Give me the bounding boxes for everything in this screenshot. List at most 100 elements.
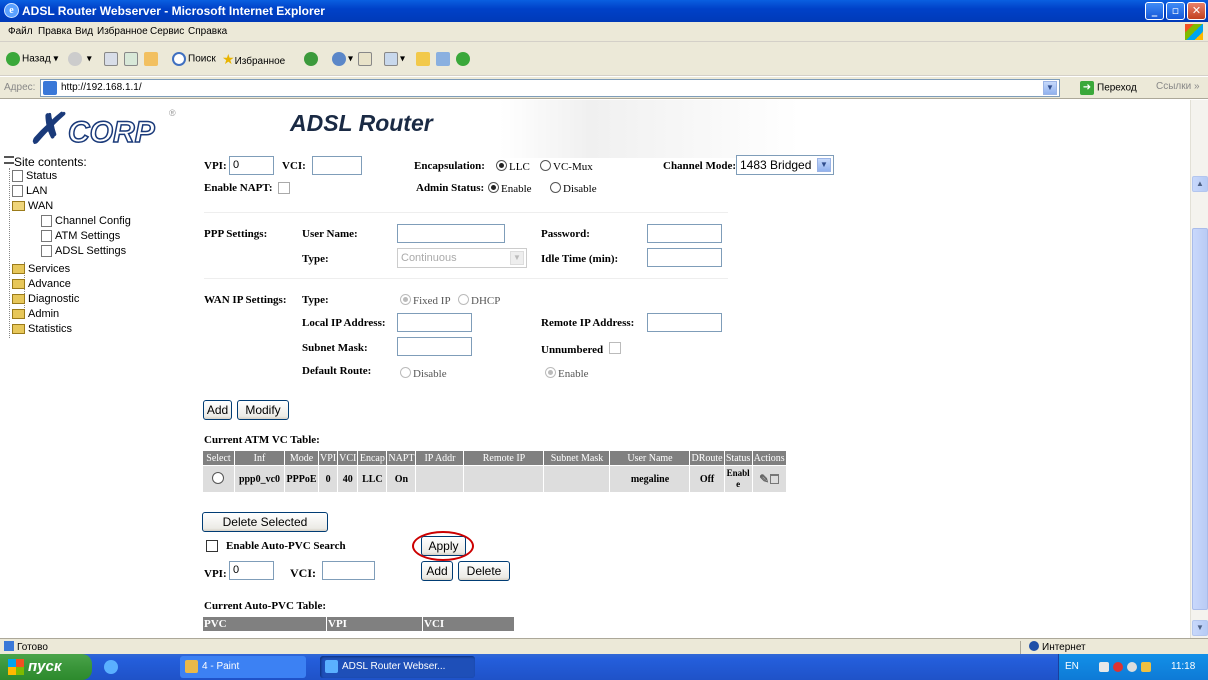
encap-llc-radio[interactable]: LLC xyxy=(496,160,530,173)
security-alert-icon[interactable] xyxy=(1113,662,1123,672)
sidebar-item-admin[interactable]: Admin xyxy=(12,308,59,320)
sidebar-item-atm-settings[interactable]: ATM Settings xyxy=(41,230,120,242)
sidebar-item-diagnostic[interactable]: Diagnostic xyxy=(12,293,79,305)
folder-button[interactable] xyxy=(416,52,432,66)
maximize-button[interactable]: ▫ xyxy=(1166,2,1185,20)
windows-flag-icon xyxy=(8,659,24,675)
home-button[interactable] xyxy=(144,52,160,66)
add-button[interactable]: Add xyxy=(203,400,232,420)
history-button[interactable]: ▾ xyxy=(332,52,353,66)
network-icon[interactable] xyxy=(1099,662,1109,672)
menu-file[interactable]: Файл xyxy=(8,26,33,37)
document-icon xyxy=(41,230,52,242)
row-select-radio[interactable] xyxy=(202,465,235,493)
discuss-button[interactable] xyxy=(436,52,452,66)
scroll-down-icon[interactable]: ▼ xyxy=(1192,620,1208,636)
sidebar-item-advance[interactable]: Advance xyxy=(12,278,71,290)
wan-ip-settings-label: WAN IP Settings: xyxy=(204,294,287,306)
trash-icon[interactable] xyxy=(770,473,780,484)
media-button[interactable] xyxy=(304,52,320,66)
sidebar-item-wan[interactable]: WAN xyxy=(12,200,53,212)
radio-icon xyxy=(211,472,224,484)
scroll-thumb[interactable] xyxy=(1192,228,1208,610)
edit-button[interactable]: ▾ xyxy=(384,52,405,66)
go-button[interactable]: ➜ Переход xyxy=(1080,81,1137,95)
col-mode: Mode xyxy=(284,450,319,466)
local-ip-input[interactable] xyxy=(397,313,472,332)
admin-disable-radio[interactable]: Disable xyxy=(550,182,597,195)
delete-selected-button[interactable]: Delete Selected xyxy=(202,512,328,532)
refresh-button[interactable] xyxy=(124,52,140,66)
admin-enable-radio[interactable]: Enable xyxy=(488,182,532,195)
enable-auto-pvc-checkbox[interactable] xyxy=(206,540,218,552)
subnet-mask-input[interactable] xyxy=(397,337,472,356)
sidebar-item-lan[interactable]: LAN xyxy=(12,185,47,197)
links-button[interactable]: Ссылки » xyxy=(1156,81,1200,92)
auto-vci-input[interactable] xyxy=(322,561,375,580)
username-input[interactable] xyxy=(397,224,505,243)
default-route-enable-radio[interactable]: Enable xyxy=(545,367,589,380)
start-button[interactable]: пуск xyxy=(0,654,92,680)
menu-tools[interactable]: Сервис xyxy=(150,26,184,37)
volume-icon[interactable] xyxy=(1141,662,1151,672)
password-input[interactable] xyxy=(647,224,722,243)
language-indicator[interactable]: EN xyxy=(1065,661,1079,672)
search-button[interactable]: Поиск xyxy=(172,52,216,66)
default-route-disable-radio[interactable]: Disable xyxy=(400,367,447,380)
remote-ip-label: Remote IP Address: xyxy=(541,317,635,329)
idle-time-input[interactable] xyxy=(647,248,722,267)
address-bar: Адрес: http://192.168.1.1/ ▼ ➜ Переход Сс… xyxy=(0,77,1208,99)
address-dropdown-icon[interactable]: ▼ xyxy=(1043,81,1057,95)
col-actions: Actions xyxy=(751,450,787,466)
remote-ip-input[interactable] xyxy=(647,313,722,332)
menu-edit[interactable]: Правка xyxy=(38,26,72,37)
minimize-button[interactable]: _ xyxy=(1145,2,1164,20)
highlight-circle xyxy=(412,531,474,561)
mail-button[interactable] xyxy=(358,52,374,66)
admin-status-label: Admin Status: xyxy=(416,182,485,194)
username-label: User Name: xyxy=(302,228,358,240)
fixed-ip-radio[interactable]: Fixed IP xyxy=(400,294,451,307)
edit-pencil-icon[interactable]: ✎ xyxy=(759,472,769,486)
unnumbered-checkbox[interactable] xyxy=(609,342,621,354)
messenger-button[interactable] xyxy=(456,52,472,66)
modify-button[interactable]: Modify xyxy=(237,400,289,420)
col-vci: VCI xyxy=(337,450,359,466)
sidebar-item-adsl-settings[interactable]: ADSL Settings xyxy=(41,245,126,257)
ppp-type-select[interactable]: Continuous ▼ xyxy=(397,248,527,268)
vci-input[interactable] xyxy=(312,156,362,175)
close-button[interactable]: ✕ xyxy=(1187,2,1206,20)
channel-mode-select[interactable]: 1483 Bridged ▼ xyxy=(736,155,834,175)
task-ie-window[interactable]: ADSL Router Webser... xyxy=(320,656,475,678)
sidebar-item-services[interactable]: Services xyxy=(12,263,70,275)
stop-button[interactable] xyxy=(104,52,120,66)
menu-view[interactable]: Вид xyxy=(75,26,93,37)
ie-icon: e xyxy=(4,3,19,18)
update-icon[interactable] xyxy=(1127,662,1137,672)
radio-icon xyxy=(488,182,499,193)
menu-favorites[interactable]: Избранное xyxy=(97,26,148,37)
auto-delete-button[interactable]: Delete xyxy=(458,561,510,581)
sidebar-item-statistics[interactable]: Statistics xyxy=(12,323,72,335)
sidebar-item-channel-config[interactable]: Channel Config xyxy=(41,215,131,227)
encap-vcmux-radio[interactable]: VC-Mux xyxy=(540,160,593,173)
task-paint[interactable]: 4 - Paint xyxy=(180,656,306,678)
col-subnet-mask: Subnet Mask xyxy=(543,450,611,466)
radio-icon xyxy=(496,160,507,171)
encapsulation-label: Encapsulation: xyxy=(414,160,485,172)
vpi-input[interactable]: 0 xyxy=(229,156,274,175)
scroll-up-icon[interactable]: ▲ xyxy=(1192,176,1208,192)
cell-droute: Off xyxy=(689,465,725,493)
quick-launch-ie-icon[interactable] xyxy=(104,660,118,674)
vertical-scrollbar[interactable]: ▲ ▼ xyxy=(1190,100,1208,638)
address-input[interactable]: http://192.168.1.1/ ▼ xyxy=(40,79,1060,97)
dhcp-radio[interactable]: DHCP xyxy=(458,294,500,307)
back-button[interactable]: Назад ▾ xyxy=(6,52,58,66)
favorites-button[interactable]: ★Избранное xyxy=(222,52,285,67)
auto-vpi-input[interactable]: 0 xyxy=(229,561,274,580)
sidebar-item-status[interactable]: Status xyxy=(12,170,57,182)
forward-button[interactable]: ▾ xyxy=(68,52,92,66)
menu-help[interactable]: Справка xyxy=(188,26,227,37)
enable-napt-checkbox[interactable] xyxy=(278,182,290,194)
auto-add-button[interactable]: Add xyxy=(421,561,453,581)
